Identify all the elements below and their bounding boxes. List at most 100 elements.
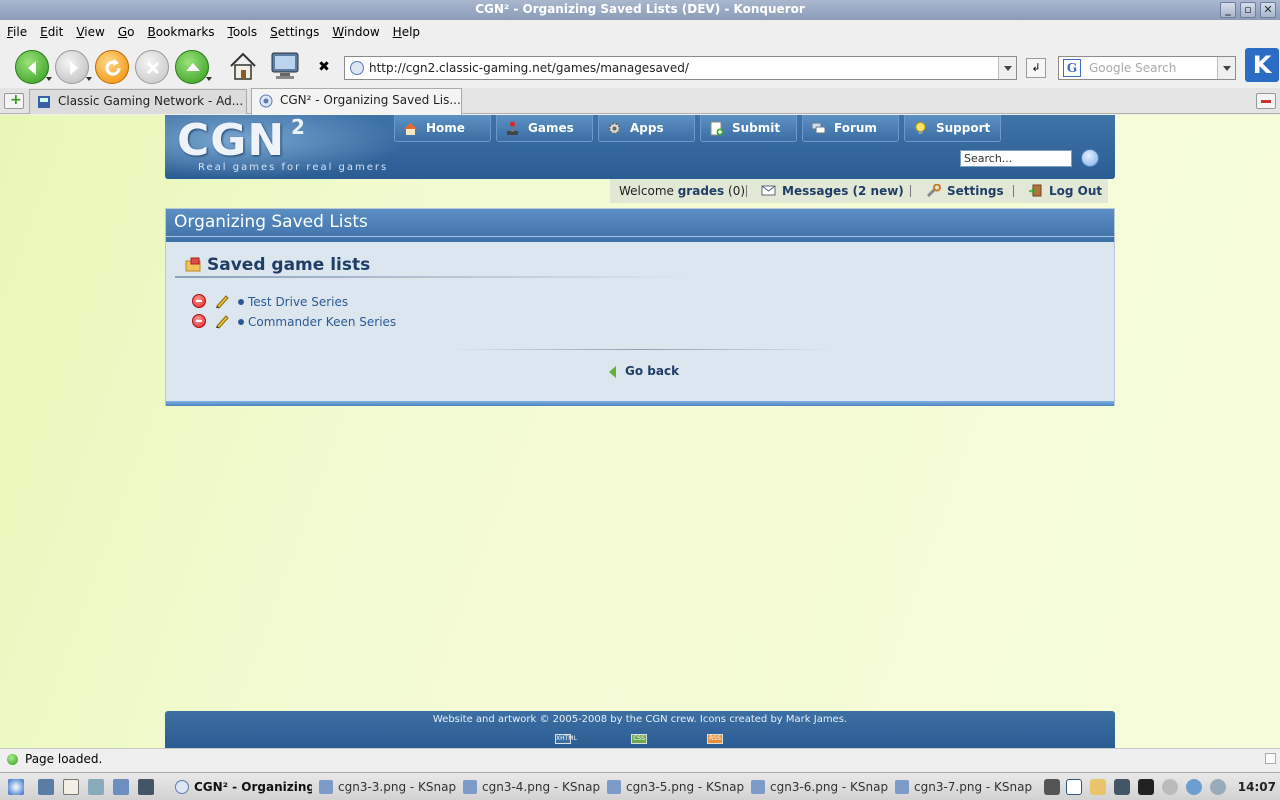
status-bar: Page loaded. (0, 748, 1280, 770)
page-viewport[interactable]: CGN 2 Real games for real gamers Home Ga… (0, 115, 1280, 748)
show-desktop-icon[interactable] (38, 779, 54, 795)
tab-organizing-saved-lists[interactable]: CGN² - Organizing Saved Lis... (251, 88, 462, 115)
forward-history-chevron-icon[interactable] (86, 77, 92, 81)
camera-icon (895, 780, 909, 794)
help-icon[interactable] (113, 779, 129, 795)
stop-icon[interactable] (135, 50, 169, 84)
nav-label: Home (426, 121, 465, 135)
maximize-button[interactable]: ▫ (1240, 2, 1256, 18)
messages-label: Messages (2 new) (782, 184, 904, 198)
up-chevron-icon[interactable] (206, 77, 212, 81)
google-icon: G (1063, 59, 1081, 77)
menu-window[interactable]: Window (332, 25, 379, 39)
folder-icon (185, 257, 201, 272)
close-tab-button[interactable] (1256, 93, 1276, 109)
back-arrow-icon[interactable] (15, 50, 49, 84)
taskbar-item-ksnapshot[interactable]: cgn3-4.png - KSnaps (460, 776, 600, 798)
network-tray-icon[interactable] (1186, 779, 1202, 795)
nav-support[interactable]: Support (904, 115, 1001, 142)
saved-list-link[interactable]: Commander Keen Series (248, 312, 396, 332)
window-titlebar[interactable]: CGN² - Organizing Saved Lists (DEV) - Ko… (0, 0, 1280, 20)
menu-go[interactable]: Go (118, 25, 135, 39)
nav-games[interactable]: Games (496, 115, 593, 142)
taskbar-item-ksnapshot[interactable]: cgn3-5.png - KSnaps (604, 776, 744, 798)
nav-submit[interactable]: Submit (700, 115, 797, 142)
delete-icon[interactable] (192, 314, 206, 328)
clock[interactable]: 14:07 (1238, 776, 1276, 798)
url-text: http://cgn2.classic-gaming.net/games/man… (369, 61, 689, 75)
welcome-text: Welcome (619, 184, 674, 198)
reload-icon[interactable] (95, 50, 129, 84)
network-icon[interactable] (88, 779, 104, 795)
menu-help[interactable]: Help (393, 25, 420, 39)
delete-icon[interactable] (192, 294, 206, 308)
task-label: cgn3-3.png - KSnaps (338, 780, 456, 794)
home-folder-icon[interactable] (63, 779, 79, 795)
bluetooth-icon[interactable] (1044, 779, 1060, 795)
taskbar-item-ksnapshot[interactable]: cgn3-6.png - KSnaps (748, 776, 888, 798)
list-item: Test Drive Series (192, 292, 432, 312)
nav-home[interactable]: Home (394, 115, 491, 142)
rss-badge[interactable]: RSS (707, 734, 723, 744)
clear-location-icon[interactable]: ✖ (313, 56, 335, 78)
site-header: CGN 2 Real games for real gamers Home Ga… (165, 115, 1115, 179)
tab-classic-gaming-network[interactable]: Classic Gaming Network - Ad... (29, 89, 247, 114)
search-engine-dropdown[interactable] (1217, 57, 1235, 79)
pencil-icon[interactable] (214, 313, 230, 329)
terminal-icon[interactable] (138, 779, 154, 795)
messages-link[interactable]: Messages (2 new) (761, 181, 904, 201)
web-search-placeholder: Google Search (1089, 61, 1177, 75)
menu-file[interactable]: File (7, 25, 27, 39)
task-label: cgn3-7.png - KSnaps (914, 780, 1032, 794)
minimize-button[interactable]: _ (1220, 2, 1236, 18)
search-icon[interactable] (1081, 149, 1099, 167)
monitor-icon[interactable] (268, 49, 302, 83)
web-search-input[interactable]: G Google Search (1058, 56, 1236, 80)
nav-apps[interactable]: Apps (598, 115, 695, 142)
user-count: (0) (728, 184, 746, 198)
kde-menu-icon[interactable] (8, 779, 24, 795)
menu-bookmarks[interactable]: Bookmarks (147, 25, 214, 39)
site-footer: Website and artwork © 2005-2008 by the C… (165, 711, 1115, 748)
clipboard-icon[interactable] (1210, 779, 1226, 795)
content-panel: Organizing Saved Lists Saved game lists … (165, 208, 1115, 406)
status-light-icon (7, 754, 18, 765)
logout-link[interactable]: Log Out (1028, 181, 1102, 201)
menu-view[interactable]: View (76, 25, 104, 39)
globe-icon (175, 780, 189, 794)
go-button[interactable]: ↲ (1026, 58, 1046, 78)
new-tab-button[interactable] (4, 92, 24, 109)
menu-settings[interactable]: Settings (270, 25, 319, 39)
camera-icon (319, 780, 333, 794)
css-badge[interactable]: CSS (631, 734, 647, 744)
taskbar-item-ksnapshot[interactable]: cgn3-3.png - KSnaps (316, 776, 456, 798)
notes-icon[interactable] (1090, 779, 1106, 795)
resize-grip-icon[interactable] (1265, 753, 1276, 764)
home-icon[interactable] (226, 49, 260, 83)
forward-arrow-icon[interactable] (55, 50, 89, 84)
site-logo[interactable]: CGN (177, 115, 285, 166)
calendar-icon[interactable] (1066, 779, 1082, 795)
pencil-icon[interactable] (214, 293, 230, 309)
speaker-icon[interactable] (1162, 779, 1178, 795)
back-history-chevron-icon[interactable] (46, 77, 52, 81)
signal-icon[interactable] (1114, 779, 1130, 795)
camera-icon (463, 780, 477, 794)
up-arrow-icon[interactable] (175, 50, 209, 84)
site-search-input[interactable]: Search... (960, 150, 1072, 167)
taskbar-item-ksnapshot[interactable]: cgn3-7.png - KSnaps (892, 776, 1032, 798)
saved-list-link[interactable]: Test Drive Series (248, 292, 348, 312)
close-button[interactable]: ✕ (1260, 2, 1276, 18)
menu-tools[interactable]: Tools (228, 25, 258, 39)
taskbar-item-konqueror[interactable]: CGN² - Organizing (172, 776, 312, 798)
settings-link[interactable]: Settings (926, 181, 1004, 201)
username-link[interactable]: grades (678, 184, 724, 198)
url-dropdown-button[interactable] (998, 57, 1016, 79)
monitor-tray-icon[interactable] (1138, 779, 1154, 795)
nav-forum[interactable]: Forum (802, 115, 899, 142)
xhtml-badge[interactable]: XHTML (555, 734, 577, 744)
comments-icon (811, 122, 826, 134)
url-input[interactable]: http://cgn2.classic-gaming.net/games/man… (344, 56, 1017, 80)
menu-edit[interactable]: Edit (40, 25, 63, 39)
go-back-link[interactable]: Go back (609, 364, 679, 378)
